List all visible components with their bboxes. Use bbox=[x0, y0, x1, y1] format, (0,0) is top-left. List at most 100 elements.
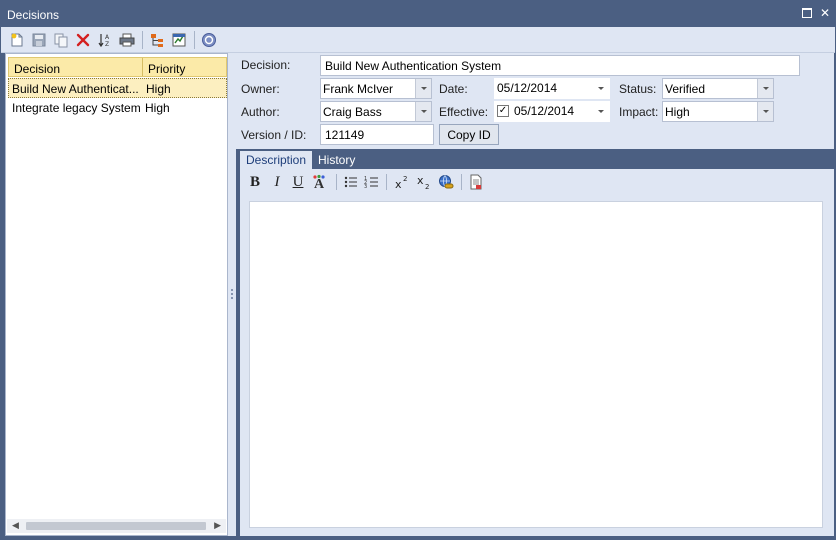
hierarchy-icon bbox=[151, 34, 163, 47]
font-button[interactable]: A bbox=[311, 172, 329, 192]
description-editor bbox=[240, 195, 834, 536]
owner-dropdown[interactable]: Frank McIver bbox=[320, 78, 432, 99]
svg-text:2: 2 bbox=[403, 175, 407, 183]
document-button[interactable] bbox=[467, 172, 485, 192]
maximize-button[interactable] bbox=[801, 7, 813, 19]
sort-icon: AZ bbox=[98, 34, 110, 48]
svg-text:A: A bbox=[314, 177, 325, 190]
print-button[interactable] bbox=[117, 30, 137, 50]
impact-dropdown[interactable]: High bbox=[662, 101, 774, 122]
list-item-priority: High bbox=[146, 82, 171, 96]
report-button[interactable] bbox=[169, 30, 189, 50]
chevron-down-icon[interactable] bbox=[757, 102, 773, 121]
effective-label: Effective: bbox=[439, 105, 489, 119]
save-icon bbox=[32, 33, 46, 47]
status-label: Status: bbox=[619, 82, 657, 96]
decision-list: Decision Priority Build New Authenticat.… bbox=[5, 53, 228, 536]
window-titlebar: Decisions ✕ bbox=[0, 0, 836, 27]
status-value: Verified bbox=[665, 82, 706, 96]
copy-button[interactable] bbox=[51, 30, 71, 50]
scroll-right-icon[interactable]: ▶ bbox=[214, 520, 221, 531]
effective-date-picker[interactable]: ✓ 05/12/2014 bbox=[494, 101, 610, 122]
list-item[interactable]: Integrate legacy System High bbox=[8, 98, 227, 118]
grip-icon bbox=[231, 289, 233, 299]
pane-splitter[interactable] bbox=[228, 53, 236, 536]
underline-button[interactable]: U bbox=[289, 172, 307, 192]
save-button[interactable] bbox=[29, 30, 49, 50]
effective-checkbox[interactable]: ✓ bbox=[497, 105, 509, 117]
status-dropdown[interactable]: Verified bbox=[662, 78, 774, 99]
decision-label: Decision: bbox=[241, 58, 291, 72]
bold-button[interactable]: B bbox=[246, 172, 264, 192]
scrollbar-thumb[interactable] bbox=[26, 522, 206, 530]
delete-button[interactable] bbox=[73, 30, 93, 50]
close-button[interactable]: ✕ bbox=[819, 7, 831, 19]
toolbar-separator bbox=[336, 174, 337, 190]
superscript-button[interactable]: x2 bbox=[393, 172, 411, 192]
chevron-down-icon[interactable] bbox=[415, 79, 431, 98]
svg-text:2: 2 bbox=[425, 183, 429, 190]
horizontal-scrollbar[interactable]: ◀ ▶ bbox=[7, 519, 226, 533]
svg-text:x: x bbox=[395, 178, 402, 190]
date-picker[interactable]: 05/12/2014 bbox=[494, 78, 610, 99]
sort-button[interactable]: AZ bbox=[95, 30, 115, 50]
copy-id-button[interactable]: Copy ID bbox=[439, 124, 499, 145]
impact-label: Impact: bbox=[619, 105, 659, 119]
bullet-list-button[interactable] bbox=[342, 172, 360, 192]
editor-toolbar: B I U A 123 x2 x2 bbox=[240, 169, 834, 195]
document-icon bbox=[470, 174, 482, 190]
superscript-icon: x2 bbox=[395, 175, 407, 190]
help-icon bbox=[202, 33, 216, 47]
svg-text:Z: Z bbox=[105, 41, 109, 48]
author-value: Craig Bass bbox=[323, 105, 382, 119]
new-icon bbox=[11, 33, 23, 47]
toolbar-separator bbox=[142, 31, 143, 49]
toolbar-separator bbox=[461, 174, 462, 190]
effective-value: 05/12/2014 bbox=[514, 104, 575, 118]
toolbar-separator bbox=[194, 31, 195, 49]
help-button[interactable] bbox=[199, 30, 219, 50]
main-toolbar: AZ bbox=[1, 27, 835, 53]
tab-history[interactable]: History bbox=[312, 151, 361, 169]
numbered-list-button[interactable]: 123 bbox=[363, 172, 381, 192]
author-label: Author: bbox=[241, 105, 280, 119]
italic-button[interactable]: I bbox=[268, 172, 286, 192]
chevron-down-icon[interactable] bbox=[757, 79, 773, 98]
scroll-left-icon[interactable]: ◀ bbox=[12, 520, 19, 531]
hyperlink-icon bbox=[439, 175, 454, 189]
subscript-icon: x2 bbox=[417, 174, 429, 190]
chevron-down-icon[interactable] bbox=[415, 102, 431, 121]
column-header-decision[interactable]: Decision bbox=[9, 58, 143, 76]
date-label: Date: bbox=[439, 82, 468, 96]
decision-input[interactable]: Build New Authentication System bbox=[320, 55, 800, 76]
list-item-decision: Build New Authenticat... bbox=[12, 82, 139, 96]
chevron-down-icon[interactable] bbox=[598, 87, 604, 90]
list-item-priority: High bbox=[145, 101, 170, 115]
author-dropdown[interactable]: Craig Bass bbox=[320, 101, 432, 122]
new-button[interactable] bbox=[7, 30, 27, 50]
list-item[interactable]: Build New Authenticat... High bbox=[8, 78, 227, 98]
copy-icon bbox=[54, 33, 68, 48]
version-input[interactable]: 121149 bbox=[320, 124, 434, 145]
window-title: Decisions bbox=[7, 8, 60, 22]
column-header-priority[interactable]: Priority bbox=[143, 58, 185, 76]
decision-form: Decision: Build New Authentication Syste… bbox=[236, 53, 834, 149]
version-label: Version / ID: bbox=[241, 128, 307, 142]
chevron-down-icon[interactable] bbox=[598, 110, 604, 113]
subscript-button[interactable]: x2 bbox=[415, 172, 433, 192]
owner-value: Frank McIver bbox=[323, 82, 394, 96]
impact-value: High bbox=[665, 105, 690, 119]
close-icon: ✕ bbox=[819, 6, 831, 20]
hyperlink-button[interactable] bbox=[437, 172, 455, 192]
svg-text:A: A bbox=[105, 34, 110, 41]
list-item-decision: Integrate legacy System bbox=[12, 101, 141, 115]
delete-icon bbox=[76, 33, 90, 47]
bullet-list-icon bbox=[344, 176, 357, 188]
font-color-icon: A bbox=[313, 174, 325, 190]
tab-strip: Description History bbox=[236, 149, 834, 169]
description-text-area[interactable] bbox=[249, 201, 823, 528]
tab-description[interactable]: Description bbox=[240, 151, 313, 169]
hierarchy-button[interactable] bbox=[147, 30, 167, 50]
date-value: 05/12/2014 bbox=[497, 81, 558, 95]
toolbar-separator bbox=[386, 174, 387, 190]
